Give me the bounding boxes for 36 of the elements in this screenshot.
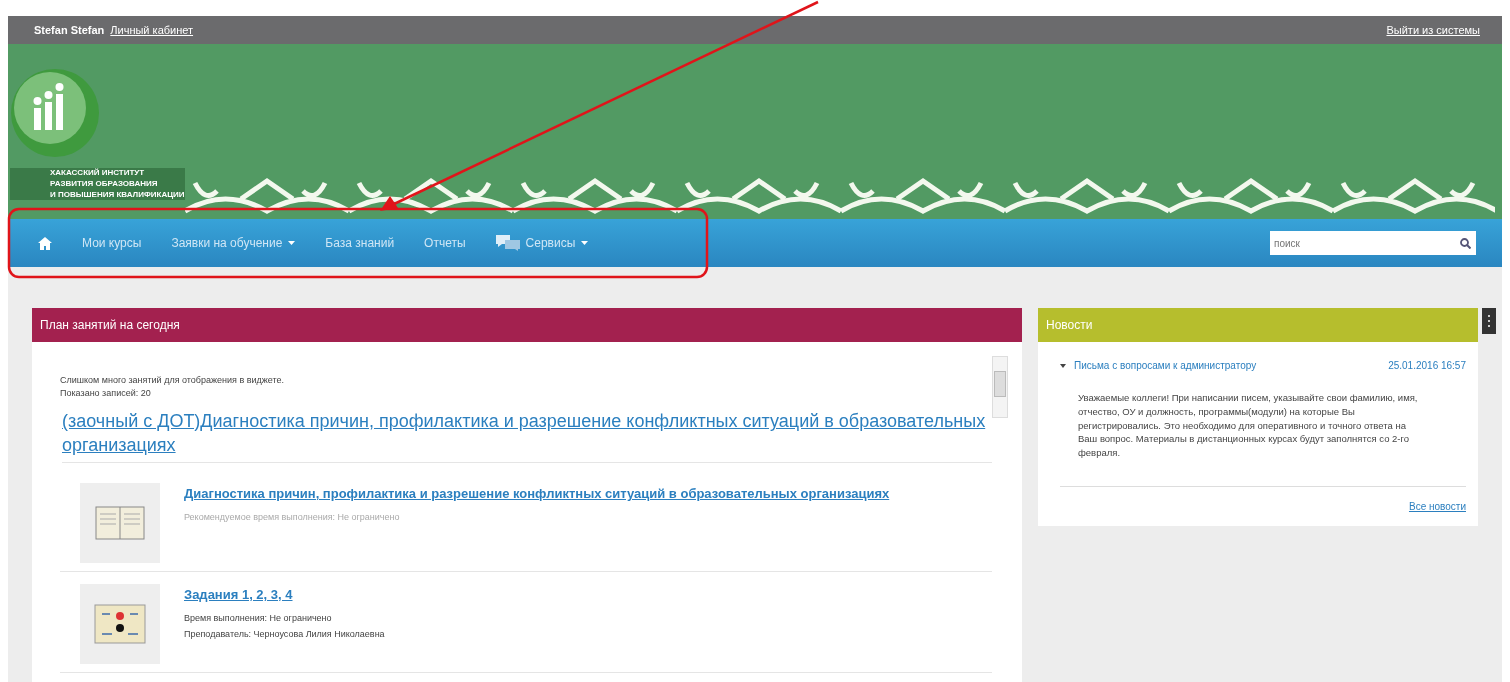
nav-link[interactable]: Отчеты — [424, 236, 466, 250]
caret-icon — [581, 241, 589, 245]
notice-text: Слишком много занятий для отображения в виджете. Показано записей: 20 — [60, 374, 285, 400]
panel-title: План занятий на сегодня — [32, 308, 1022, 342]
cabinet-link[interactable]: Личный кабинет — [110, 24, 194, 36]
activity-link[interactable]: Задания 1, 2, 3, 4 — [184, 583, 385, 607]
nav-link[interactable]: Мои курсы — [82, 236, 142, 250]
scrollbar[interactable] — [992, 356, 1008, 418]
search-icon — [1459, 237, 1471, 249]
search-field[interactable]: поиск — [1270, 231, 1454, 255]
news-text: Уважаемые коллеги! При написании писем, указывайте свои фамилию, имя, отчество, ОУ и должность, программы(модули) на которые Вы регистрировались. Это необходимо для оперативного и точного ответа на Ваш вопрос. Материалы в дистанционных курсах будут заполнятся со 2-го февраля. — [1077, 391, 1419, 461]
chart-sheet-icon — [94, 603, 146, 644]
logo-text: ХАКАССКИЙ ИНСТИТУТ РАЗВИТИЯ ОБРАЗОВАНИЯ И ПОВЫШЕНИЯ КВАЛИФИКАЦИИ — [10, 168, 185, 201]
logout-link[interactable]: Выйти из системы — [1386, 24, 1480, 36]
nav-link[interactable]: Сервисы — [495, 235, 589, 251]
nav-link[interactable]: База знаний — [325, 236, 395, 250]
activity-detail: Рекомендуемое время выполнения: Не ограничено — [184, 511, 401, 522]
book-icon — [95, 505, 145, 540]
news-title-link[interactable]: Письма с вопросами к администратору — [1074, 360, 1381, 371]
news-date: 25.01.2016 16:57 — [1388, 360, 1466, 371]
nav-link[interactable]: Заявки на обучение — [171, 236, 296, 250]
activity-detail: Время выполнения: Не ограничено — [184, 612, 333, 623]
side-tab[interactable] — [1482, 308, 1496, 334]
activity-link[interactable]: Диагностика причин, профилактика и разрешение конфликтных ситуаций в образовательных организациях — [184, 482, 890, 506]
activity-detail: Преподаватель: Черноусова Лилия Николаевна — [184, 628, 385, 639]
panel-title: Новости — [1038, 308, 1478, 342]
chat-icon — [495, 235, 520, 251]
course-link[interactable]: (заочный с ДОТ)Диагностика причин, профилактика и разрешение конфликтных ситуаций в образовательных организациях — [62, 409, 992, 463]
home-link[interactable] — [38, 236, 52, 250]
caret-icon — [288, 241, 296, 245]
logo-icon — [10, 68, 100, 158]
caret-down-icon[interactable] — [1060, 362, 1066, 369]
search-button[interactable] — [1454, 231, 1476, 255]
user-name: Stefan Stefan — [34, 24, 105, 36]
all-news-link[interactable]: Все новости — [1408, 500, 1466, 512]
home-icon — [38, 236, 52, 250]
